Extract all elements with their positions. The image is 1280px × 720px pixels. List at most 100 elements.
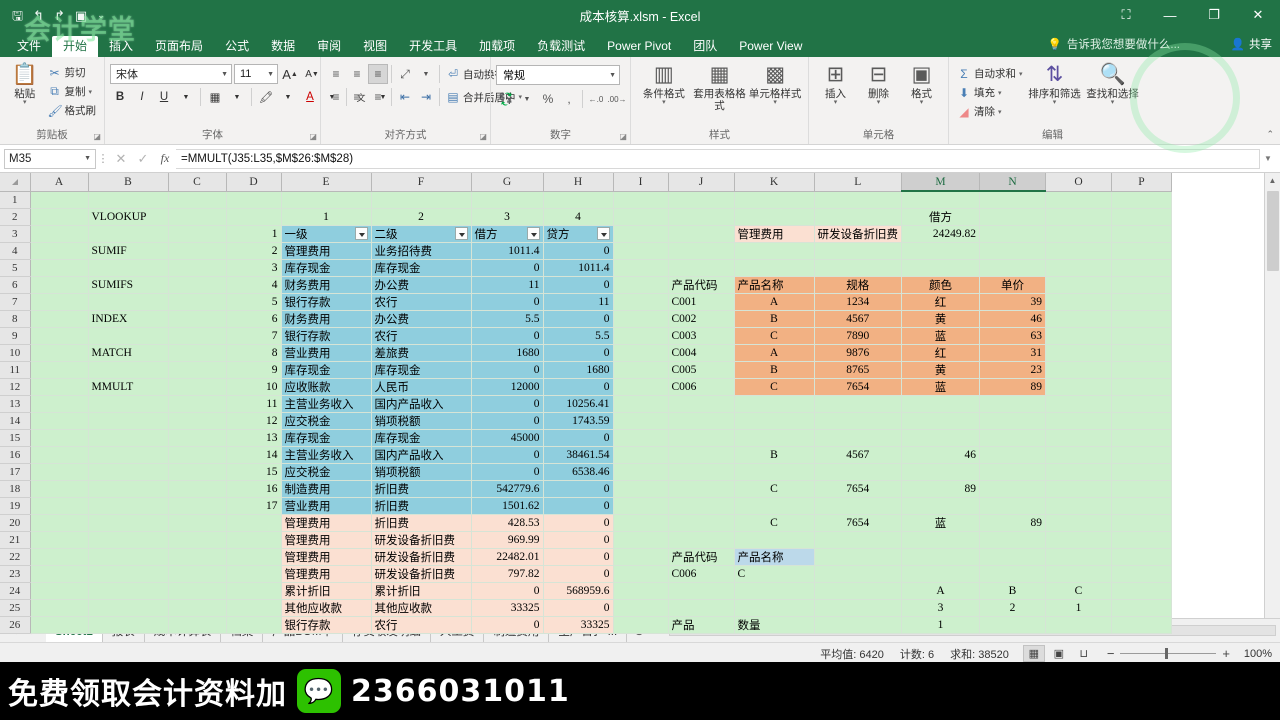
cell-I20[interactable] (613, 514, 669, 532)
chevron-down-icon[interactable]: ▾ (662, 99, 666, 106)
cell-B3[interactable] (88, 225, 169, 243)
cell-H16[interactable]: 38461.54 (543, 446, 614, 464)
cell-L9[interactable]: 7890 (814, 327, 902, 345)
cell-J10[interactable]: C004 (668, 344, 735, 362)
chevron-down-icon[interactable]: ▼ (176, 87, 196, 107)
cell-M15[interactable] (901, 429, 980, 447)
cell-P6[interactable] (1111, 276, 1172, 294)
cell-I3[interactable] (613, 225, 669, 243)
cell-G21[interactable]: 969.99 (471, 531, 544, 549)
cell-N23[interactable] (979, 565, 1046, 583)
cell-A21[interactable] (30, 531, 89, 549)
cell-B13[interactable] (88, 395, 169, 413)
cell-A22[interactable] (30, 548, 89, 566)
cell-A11[interactable] (30, 361, 89, 379)
cell-F20[interactable]: 折旧费 (371, 514, 472, 532)
collapse-ribbon-icon[interactable]: ⌃ (1266, 129, 1274, 140)
cell-L4[interactable] (814, 242, 902, 260)
cell-M5[interactable] (901, 259, 980, 277)
cell-E4[interactable]: 管理费用 (281, 242, 372, 260)
cell-E8[interactable]: 财务费用 (281, 310, 372, 328)
column-header-E[interactable]: E (281, 173, 372, 192)
cell-O7[interactable] (1045, 293, 1112, 311)
cell-I6[interactable] (613, 276, 669, 294)
cell-N15[interactable] (979, 429, 1046, 447)
cell-J5[interactable] (668, 259, 735, 277)
cell-E21[interactable]: 管理费用 (281, 531, 372, 549)
share-button[interactable]: 👤 共享 (1231, 36, 1272, 52)
column-header-G[interactable]: G (471, 173, 544, 192)
chevron-down-icon[interactable]: ▼ (84, 155, 91, 162)
column-header-A[interactable]: A (30, 173, 89, 192)
decrease-font-size-button[interactable]: A ▼ (302, 64, 322, 84)
cell-H24[interactable]: 568959.6 (543, 582, 614, 600)
chevron-down-icon[interactable]: ▾ (773, 99, 777, 106)
column-header-K[interactable]: K (734, 173, 815, 192)
cell-F23[interactable]: 研发设备折旧费 (371, 565, 472, 583)
name-box[interactable]: M35 ▼ (4, 148, 96, 169)
cell-A2[interactable] (30, 208, 89, 226)
worksheet-table[interactable]: A B C D E F G H I J K L M N O P 1 2 VLOOKUP 1 2 3 4 借方 3 1 一级 二级 借方贷… (0, 173, 1172, 634)
cell-P4[interactable] (1111, 242, 1172, 260)
cell-H19[interactable]: 0 (543, 497, 614, 515)
ribbon-display-options-icon[interactable]: ⛶ (1104, 0, 1148, 30)
cell-J26[interactable]: 产品 (668, 616, 735, 634)
restore-button[interactable]: ❐ (1192, 0, 1236, 30)
cell-D20[interactable] (226, 514, 282, 532)
cell-B24[interactable] (88, 582, 169, 600)
cell-K2[interactable] (734, 208, 815, 226)
cell-N14[interactable] (979, 412, 1046, 430)
cell-H10[interactable]: 0 (543, 344, 614, 362)
cell-P24[interactable] (1111, 582, 1172, 600)
ribbon-tab-developer[interactable]: 开发工具 (398, 36, 468, 57)
cell-I4[interactable] (613, 242, 669, 260)
cell-F21[interactable]: 研发设备折旧费 (371, 531, 472, 549)
quick-access-toolbar[interactable]: 🖫 ↰ ↱ ▣ ⌄ (0, 9, 105, 22)
cell-M10[interactable]: 红 (901, 344, 980, 362)
cell-P16[interactable] (1111, 446, 1172, 464)
cell-E16[interactable]: 主营业务收入 (281, 446, 372, 464)
cell-I8[interactable] (613, 310, 669, 328)
cell-D22[interactable] (226, 548, 282, 566)
cell-G13[interactable]: 0 (471, 395, 544, 413)
zoom-slider[interactable] (1120, 648, 1217, 659)
cell-J21[interactable] (668, 531, 735, 549)
cell-B16[interactable] (88, 446, 169, 464)
ribbon-tab-power-view[interactable]: Power View (728, 36, 813, 57)
cell-N19[interactable] (979, 497, 1046, 515)
cell-D18[interactable]: 16 (226, 480, 282, 498)
cell-B6[interactable]: SUMIFS (88, 276, 169, 294)
cell-A16[interactable] (30, 446, 89, 464)
cell-G20[interactable]: 428.53 (471, 514, 544, 532)
cell-L1[interactable] (814, 191, 902, 209)
cell-M1[interactable] (901, 191, 980, 209)
cell-O15[interactable] (1045, 429, 1112, 447)
row-header-24[interactable]: 24 (0, 582, 31, 600)
cell-N17[interactable] (979, 463, 1046, 481)
cell-M18[interactable]: 89 (901, 480, 980, 498)
cell-I1[interactable] (613, 191, 669, 209)
cell-C20[interactable] (168, 514, 227, 532)
vertical-scroll-thumb[interactable] (1266, 191, 1279, 271)
cell-F14[interactable]: 销项税额 (371, 412, 472, 430)
zoom-in-button[interactable]: + (1222, 646, 1230, 661)
cell-A20[interactable] (30, 514, 89, 532)
cell-D25[interactable] (226, 599, 282, 617)
cell-J18[interactable] (668, 480, 735, 498)
conditional-formatting-button[interactable]: ▥ 条件格式 ▾ (636, 60, 692, 106)
cell-L14[interactable] (814, 412, 902, 430)
cell-A19[interactable] (30, 497, 89, 515)
cell-I14[interactable] (613, 412, 669, 430)
cell-N25[interactable]: 2 (979, 599, 1046, 617)
cell-F7[interactable]: 农行 (371, 293, 472, 311)
font-size-combobox[interactable]: 11 ▼ (234, 64, 278, 84)
cell-G9[interactable]: 0 (471, 327, 544, 345)
cell-J8[interactable]: C002 (668, 310, 735, 328)
align-center-button[interactable]: ≡ (347, 87, 367, 107)
cell-D8[interactable]: 6 (226, 310, 282, 328)
cell-J14[interactable] (668, 412, 735, 430)
cell-M9[interactable]: 蓝 (901, 327, 980, 345)
cell-L8[interactable]: 4567 (814, 310, 902, 328)
cell-M2[interactable]: 借方 (901, 208, 980, 226)
chevron-down-icon[interactable]: ▼ (517, 89, 537, 109)
